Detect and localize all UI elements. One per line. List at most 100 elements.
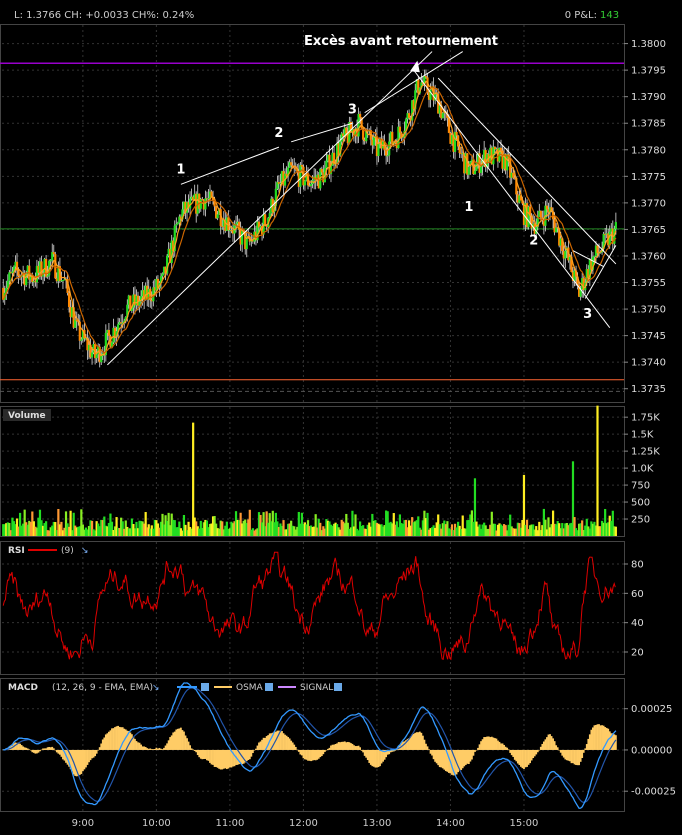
osma-bar [135, 741, 138, 750]
x-tick-label-1: 10:00 [142, 818, 171, 829]
macd-checkbox[interactable] [201, 683, 209, 691]
osma-bar [83, 749, 86, 770]
osma-bar [233, 749, 236, 767]
osma-bar [372, 749, 375, 767]
osma-bar [307, 749, 309, 761]
osma-bar [202, 749, 205, 760]
volume-tick-label-3: 1.0K [631, 464, 654, 475]
price-tick-label-10: 1.3750 [631, 305, 666, 316]
macd-params: (12, 26, 9 - EMA, EMA) [52, 683, 153, 693]
osma-bar [118, 726, 121, 750]
candle-body [386, 155, 389, 157]
osma-bar [565, 749, 568, 761]
x-tick-label-3: 12:00 [289, 818, 318, 829]
header-stats: L: 1.3766 CH: +0.0033 CH%: 0.24% [14, 10, 194, 21]
osma-bar [337, 742, 340, 750]
candle-body [264, 214, 267, 225]
osma-bar [567, 749, 570, 761]
osma-bar [49, 747, 52, 750]
osma-bar [152, 749, 155, 750]
osma-bar [325, 749, 328, 751]
osma-bar [562, 749, 565, 758]
osma-bar [198, 749, 201, 758]
wave-label-0: 1 [176, 163, 185, 178]
osma-bar [45, 748, 48, 750]
candle-body [175, 224, 178, 226]
osma-bar [85, 749, 87, 768]
volume-bar [614, 526, 617, 536]
osma-bar [256, 745, 259, 750]
osma-bar [222, 749, 225, 769]
osma-bar [509, 749, 512, 753]
candle-body [512, 172, 515, 178]
candle-body [398, 126, 402, 133]
osma-bar [20, 745, 23, 750]
osma-bar [140, 744, 142, 750]
candle-body [377, 143, 380, 157]
osma-bar [512, 749, 515, 757]
candle-body [8, 272, 11, 281]
osma-bar [181, 730, 184, 750]
osma-bar [54, 749, 57, 751]
osma-bar [444, 749, 447, 772]
volume-tick-label-1: 500 [631, 498, 650, 509]
osma-bar [28, 749, 31, 750]
osma-bar [281, 731, 283, 750]
osma-bar [36, 749, 38, 754]
osma-bar [469, 749, 472, 762]
osma-bar [478, 744, 481, 750]
osma-bar [501, 743, 504, 750]
macd-settings-icon[interactable]: ↘ [152, 683, 160, 693]
osma-bar [575, 749, 577, 766]
osma-bar [411, 734, 414, 750]
osma-bar [225, 749, 228, 770]
candle-body [564, 250, 567, 259]
osma-bar [489, 737, 492, 750]
osma-bar [204, 749, 207, 759]
osma-bar [599, 725, 602, 750]
osma-checkbox[interactable] [265, 683, 273, 691]
osma-bar [261, 739, 263, 750]
osma-bar [371, 749, 374, 767]
osma-bar [448, 749, 450, 773]
osma-bar [52, 748, 55, 750]
osma-bar [58, 749, 61, 755]
osma-bar [588, 734, 591, 750]
candle-body [458, 146, 461, 154]
signal-checkbox[interactable] [334, 683, 342, 691]
osma-bar [438, 749, 441, 768]
osma-bar [564, 749, 567, 760]
osma-bar [535, 749, 538, 755]
osma-bar [186, 738, 188, 750]
osma-bar [362, 749, 365, 753]
candle-body [6, 280, 9, 288]
osma-bar [356, 746, 358, 750]
rsi-settings-icon[interactable]: ↘ [81, 546, 89, 556]
osma-bar [582, 749, 585, 753]
candle-body [545, 205, 549, 210]
osma-bar [55, 749, 58, 753]
osma-bar [147, 748, 150, 750]
osma-bar [492, 737, 495, 750]
osma-bar [323, 749, 326, 752]
wave-label-4: 2 [529, 233, 538, 248]
osma-bar [559, 749, 562, 753]
osma-bar [423, 739, 426, 750]
osma-bar [573, 749, 576, 765]
osma-bar [376, 749, 378, 768]
pl-label: 0 P&L: [565, 10, 597, 21]
osma-bar [368, 749, 371, 763]
osma-bar [149, 748, 152, 750]
osma-bar [351, 743, 354, 750]
osma-bar [106, 733, 109, 750]
osma-bar [443, 749, 446, 770]
osma-bar [97, 749, 100, 751]
candle-body [61, 280, 65, 282]
wave-label-3: 1 [464, 200, 473, 215]
osma-bar [550, 736, 553, 750]
osma-bar [532, 749, 535, 759]
osma-bar [184, 735, 187, 750]
osma-bar [189, 745, 191, 750]
x-tick-label-0: 9:00 [72, 818, 94, 829]
osma-bar [587, 738, 590, 750]
